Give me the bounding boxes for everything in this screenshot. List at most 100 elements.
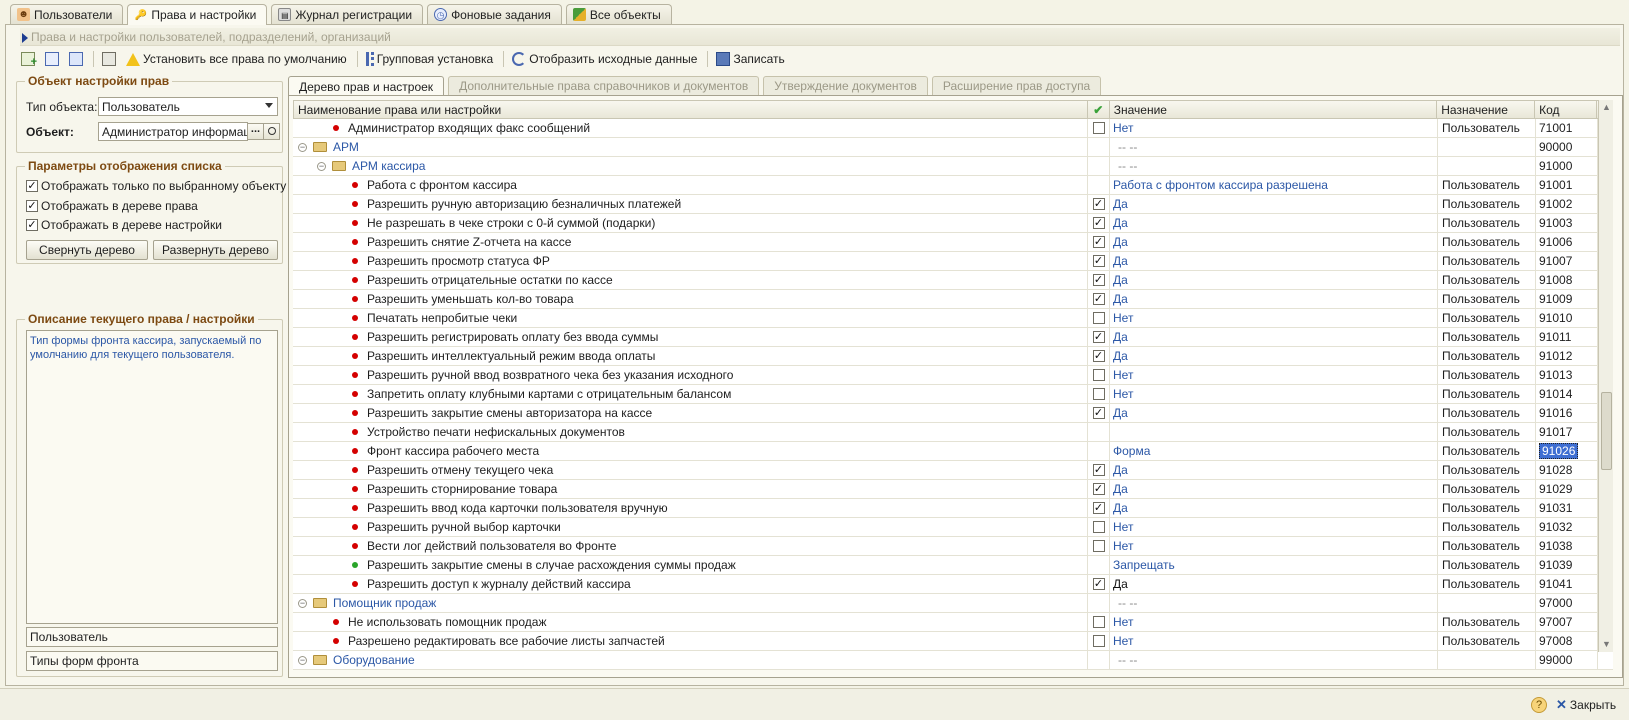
cell-value[interactable]: Да (1110, 404, 1438, 422)
cell-code[interactable]: 91000 (1536, 157, 1598, 175)
set-default-rights-button[interactable]: Установить все права по умолчанию (123, 49, 352, 69)
header-check[interactable]: ✔ (1088, 101, 1110, 118)
cell-value[interactable]: Да (1110, 271, 1438, 289)
checkbox-unchecked[interactable] (1092, 635, 1105, 647)
option-tree-settings[interactable]: ✓ Отображать в дереве настройки (26, 216, 222, 234)
tab-rights-settings[interactable]: 🔑 Права и настройки (127, 4, 268, 25)
table-row[interactable]: Разрешить просмотр статуса ФР ✓ Да Пользова… (293, 252, 1613, 271)
cell-code[interactable]: 91012 (1536, 347, 1598, 365)
checkbox-checked[interactable]: ✓ (1092, 331, 1105, 343)
table-row[interactable]: Разрешить закрытие смены в случае расхож… (293, 556, 1613, 575)
table-row[interactable]: Разрешено редактировать все рабочие лист… (293, 632, 1613, 651)
cell-name[interactable]: Работа с фронтом кассира (293, 176, 1088, 194)
cell-name[interactable]: Вести лог действий пользователя во Фронт… (293, 537, 1088, 555)
cell-value[interactable]: Да (1110, 233, 1438, 251)
table-row[interactable]: Разрешить уменьшать кол-во товара ✓ Да Поль… (293, 290, 1613, 309)
table-row[interactable]: Устройство печати нефискальных документо… (293, 423, 1613, 442)
checkbox-unchecked[interactable] (1092, 388, 1105, 400)
cell-code[interactable]: 91032 (1536, 518, 1598, 536)
cell-code[interactable]: 91028 (1536, 461, 1598, 479)
cell-name[interactable]: − АРМ (293, 138, 1088, 156)
checkbox-checked[interactable]: ✓ (1092, 274, 1105, 286)
table-row[interactable]: Работа с фронтом кассира Работа с фронтом… (293, 176, 1613, 195)
checkbox-unchecked[interactable] (1092, 521, 1105, 533)
table-row[interactable]: Разрешить интеллектуальный режим ввода о… (293, 347, 1613, 366)
cell-value[interactable]: -- -- (1110, 157, 1438, 175)
cell-value[interactable]: -- -- (1110, 651, 1438, 669)
table-row[interactable]: Разрешить ручной ввод возвратного чека б… (293, 366, 1613, 385)
cell-value[interactable]: Да (1110, 252, 1438, 270)
collapse-toggle-icon[interactable]: − (317, 161, 326, 171)
cell-value[interactable]: Нет (1110, 309, 1438, 327)
tab-background-jobs[interactable]: ◷ Фоновые задания (427, 4, 562, 24)
tree-group-row[interactable]: − АРМ кассира -- -- 91000 (293, 157, 1613, 176)
checkbox-checked[interactable]: ✓ (1092, 255, 1105, 267)
table-row[interactable]: Разрешить сторнирование товара ✓ Да Пользов… (293, 480, 1613, 499)
cell-code[interactable]: 91010 (1536, 309, 1598, 327)
cell-code[interactable]: 91002 (1536, 195, 1598, 213)
grid-scrollbar[interactable]: ▲ ▼ (1598, 100, 1613, 652)
cell-code[interactable]: 97008 (1536, 632, 1598, 650)
cell-name[interactable]: Разрешить ручной ввод возвратного чека б… (293, 366, 1088, 384)
scroll-down-icon[interactable]: ▼ (1599, 637, 1614, 652)
table-row[interactable]: Администратор входящих факс сообщений Нет… (293, 119, 1613, 138)
cell-code[interactable]: 91039 (1536, 556, 1598, 574)
cell-code[interactable]: 91029 (1536, 480, 1598, 498)
checkbox-checked[interactable]: ✓ (1092, 350, 1105, 362)
option-tree-rights[interactable]: ✓ Отображать в дереве права (26, 197, 198, 215)
cell-name[interactable]: − Оборудование (293, 651, 1088, 669)
collapse-toggle-icon[interactable]: − (298, 598, 307, 608)
cell-name[interactable]: Разрешить закрытие смены в случае расхож… (293, 556, 1088, 574)
tab-all-objects[interactable]: Все объекты (565, 4, 672, 24)
cell-value[interactable]: Да (1110, 195, 1438, 213)
checkbox-checked[interactable]: ✓ (1092, 483, 1105, 495)
expand-tree-button[interactable]: Развернуть дерево (153, 240, 278, 260)
object-field[interactable]: Администратор информационной базы (98, 122, 248, 141)
table-row[interactable]: Разрешить ввод кода карточки пользовател… (293, 499, 1613, 518)
cell-code[interactable]: 97007 (1536, 613, 1598, 631)
checkbox-checked[interactable]: ✓ (26, 180, 38, 192)
cell-code[interactable]: 90000 (1536, 138, 1598, 156)
cell-code[interactable]: 91006 (1536, 233, 1598, 251)
collapse-toggle-icon[interactable]: − (298, 142, 307, 152)
object-search-button[interactable] (263, 123, 280, 140)
cell-code[interactable]: 91011 (1536, 328, 1598, 346)
cell-name[interactable]: Разрешить отрицательные остатки по кассе (293, 271, 1088, 289)
header-dest[interactable]: Назначение (1437, 101, 1536, 118)
table-row[interactable]: Разрешить доступ к журналу действий касс… (293, 575, 1613, 594)
checkbox-checked[interactable]: ✓ (1092, 407, 1105, 419)
object-select-button[interactable]: ... (247, 123, 264, 140)
checkbox-checked[interactable]: ✓ (26, 219, 38, 231)
checkbox-checked[interactable]: ✓ (1092, 198, 1105, 210)
table-row[interactable]: Печатать непробитые чеки Нет Пользователь 9… (293, 309, 1613, 328)
cell-name[interactable]: Разрешено редактировать все рабочие лист… (293, 632, 1088, 650)
scroll-up-icon[interactable]: ▲ (1599, 100, 1614, 115)
tree-group-row[interactable]: − Помощник продаж -- -- 97000 (293, 594, 1613, 613)
tree-group-row[interactable]: − Оборудование -- -- 99000 (293, 651, 1613, 670)
checkbox-checked[interactable]: ✓ (1092, 217, 1105, 229)
print-button[interactable] (99, 49, 121, 69)
group-set-button[interactable]: Групповая установка (363, 49, 499, 69)
header-code[interactable]: Код (1535, 101, 1598, 118)
add-button[interactable]: + (18, 49, 40, 69)
cell-value[interactable]: -- -- (1110, 594, 1438, 612)
table-row[interactable]: Разрешить закрытие смены авторизатора на… (293, 404, 1613, 423)
cell-name[interactable]: Не разрешать в чеке строки с 0-й суммой … (293, 214, 1088, 232)
cell-code[interactable]: 97000 (1536, 594, 1598, 612)
checkbox-unchecked[interactable] (1092, 312, 1105, 324)
cell-value[interactable]: Нет (1110, 119, 1438, 137)
tab-users[interactable]: ☻ Пользователи (10, 4, 124, 24)
tab-access-extension[interactable]: Расширение прав доступа (931, 76, 1102, 95)
cell-code[interactable]: 91003 (1536, 214, 1598, 232)
checkbox-checked[interactable]: ✓ (26, 200, 38, 212)
checkbox-checked[interactable]: ✓ (1092, 464, 1105, 476)
cell-code[interactable]: 91014 (1536, 385, 1598, 403)
cell-value[interactable]: Работа с фронтом кассира разрешена (1110, 176, 1438, 194)
cell-code[interactable]: 91001 (1536, 176, 1598, 194)
table-row[interactable]: Вести лог действий пользователя во Фронт… (293, 537, 1613, 556)
cell-value[interactable]: Да (1110, 214, 1438, 232)
table-row[interactable]: Не использовать помощник продаж Нет Пользо… (293, 613, 1613, 632)
cell-code[interactable]: 91017 (1536, 423, 1598, 441)
checkbox-unchecked[interactable] (1092, 616, 1105, 628)
cell-code[interactable]: 91026 (1536, 442, 1598, 460)
